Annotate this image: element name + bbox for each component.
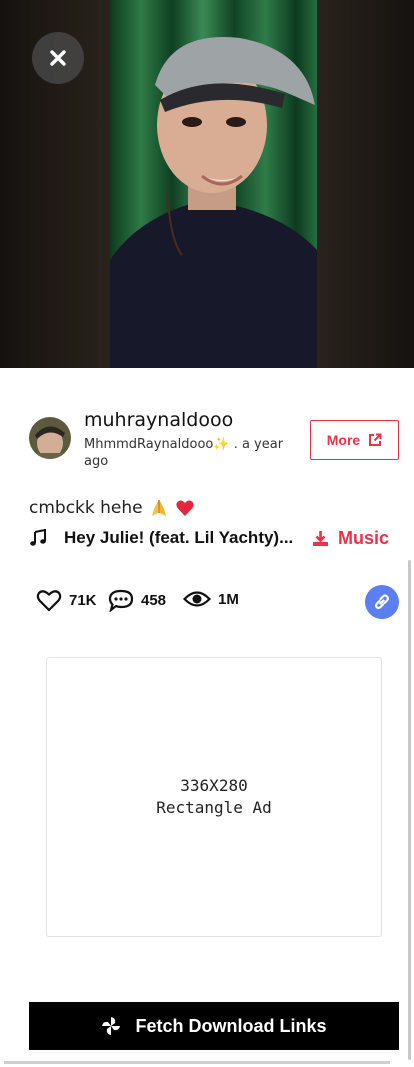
video-frame xyxy=(110,0,317,368)
stats-row: 71K 458 1M xyxy=(36,585,399,619)
author-username[interactable]: muhraynaldooo xyxy=(84,409,233,431)
likes-stat: 71K xyxy=(36,589,97,612)
avatar[interactable] xyxy=(29,417,71,459)
heart-icon xyxy=(36,590,62,612)
ad-size-label: 336X280 xyxy=(180,776,248,795)
rectangle-ad-placeholder: 336X280 Rectangle Ad xyxy=(46,657,382,937)
post-caption: cmbckk hehe xyxy=(29,498,195,518)
pinwheel-icon xyxy=(102,1017,121,1035)
folded-hands-emoji xyxy=(151,500,166,516)
more-button[interactable]: More xyxy=(310,420,399,460)
music-download-button[interactable]: Music xyxy=(312,526,389,550)
more-button-label: More xyxy=(326,432,361,448)
close-icon xyxy=(50,50,66,66)
comments-count: 458 xyxy=(141,592,167,609)
music-row: Hey Julie! (feat. Lil Yachty)... Music xyxy=(29,526,389,550)
author-row: muhraynaldooo MhmmdRaynaldooo✨ . a year … xyxy=(29,409,399,471)
views-stat: 1M xyxy=(183,589,239,609)
caption-text: cmbckk hehe xyxy=(29,498,143,518)
author-display-name: MhmmdRaynaldooo✨ xyxy=(84,437,230,452)
comment-icon xyxy=(108,589,134,612)
red-heart-emoji xyxy=(175,500,194,516)
music-note-icon xyxy=(30,529,46,546)
author-meta: MhmmdRaynaldooo✨ . a year ago xyxy=(84,436,284,470)
avatar-image xyxy=(29,417,71,459)
scrollbar[interactable] xyxy=(408,560,411,1060)
close-button[interactable] xyxy=(32,32,84,84)
link-icon xyxy=(374,594,390,610)
likes-count: 71K xyxy=(69,592,97,609)
video-player[interactable] xyxy=(0,0,414,368)
comments-stat: 458 xyxy=(108,589,166,612)
download-icon xyxy=(312,530,328,546)
external-link-icon xyxy=(369,433,382,446)
fetch-button-label: Fetch Download Links xyxy=(135,1015,327,1036)
video-thumbnail xyxy=(110,0,317,368)
song-title: Hey Julie! (feat. Lil Yachty)... xyxy=(64,528,294,547)
ad-type-label: Rectangle Ad xyxy=(156,798,272,817)
music-button-label: Music xyxy=(337,528,389,548)
fetch-download-links-button[interactable]: Fetch Download Links xyxy=(29,1002,399,1050)
copy-link-button[interactable] xyxy=(365,585,399,619)
bottom-divider xyxy=(4,1061,390,1064)
video-backdrop-right xyxy=(317,0,414,368)
views-count: 1M xyxy=(218,590,239,608)
eye-icon xyxy=(183,591,211,607)
